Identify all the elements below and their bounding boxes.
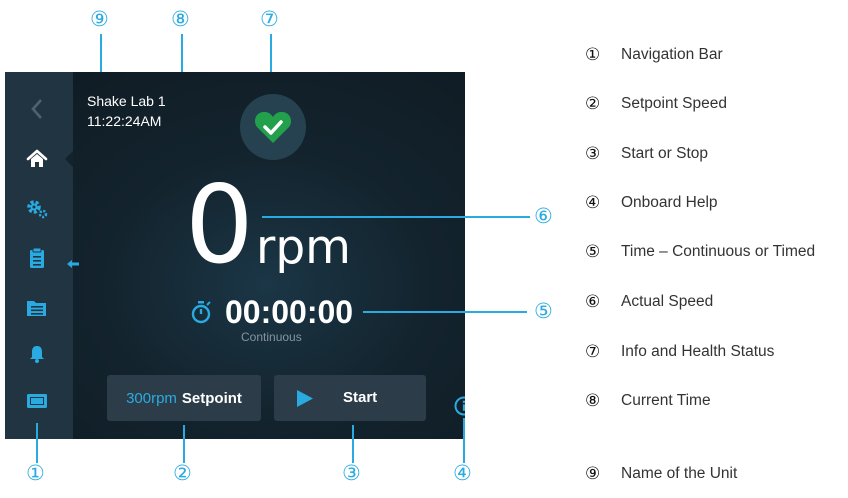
gears-icon[interactable] xyxy=(25,198,49,220)
heart-check-icon xyxy=(255,111,291,143)
callout-6: ⑥ xyxy=(534,204,553,228)
navigation-bar xyxy=(5,72,79,439)
back-chevron-icon[interactable] xyxy=(25,98,49,120)
start-button[interactable]: Start xyxy=(274,375,426,421)
legend-item: ③ Start or Stop xyxy=(585,144,709,164)
callout-5-line xyxy=(363,311,527,313)
callout-2-line xyxy=(183,425,185,463)
callout-6-line xyxy=(262,216,530,218)
legend-item: ⑥ Actual Speed xyxy=(585,292,714,312)
callout-9: ⑨ xyxy=(90,7,109,31)
callout-3-line xyxy=(352,425,354,463)
legend-item: ② Setpoint Speed xyxy=(585,94,728,114)
current-time: 11:22:24AM xyxy=(87,113,162,129)
legend-item: ⑧ Current Time xyxy=(585,391,711,411)
timer-mode: Continuous xyxy=(241,330,302,344)
legend-item: ⑤ Time – Continuous or Timed xyxy=(585,242,816,262)
legend-item: ⑦ Info and Health Status xyxy=(585,342,775,362)
timer-display: 00:00:00 xyxy=(225,294,354,330)
device-screen: Shake Lab 1 11:22:24AM 0 rpm 00:00:00 Co… xyxy=(5,72,465,439)
unit-name: Shake Lab 1 xyxy=(87,93,166,109)
legend-item: ⑨ Name of the Unit xyxy=(585,464,738,484)
callout-4: ④ xyxy=(453,461,472,485)
home-icon[interactable] xyxy=(25,148,49,170)
setpoint-label: Setpoint xyxy=(181,389,242,407)
display-icon[interactable] xyxy=(25,390,49,412)
legend-item: ④ Onboard Help xyxy=(585,193,718,213)
callout-4-line xyxy=(463,418,465,463)
speed-unit: rpm xyxy=(256,220,351,275)
legend-item: ① Navigation Bar xyxy=(585,45,723,65)
callout-1: ① xyxy=(26,461,45,485)
bell-icon[interactable] xyxy=(25,343,49,365)
setpoint-value: 300rpm xyxy=(126,389,177,407)
health-status-button[interactable] xyxy=(240,94,306,160)
callout-5: ⑤ xyxy=(534,299,553,323)
clipboard-icon[interactable] xyxy=(25,247,49,269)
start-label: Start xyxy=(343,389,378,406)
speed-value: 0 xyxy=(185,163,254,288)
collapse-arrow-icon[interactable] xyxy=(67,255,79,273)
callout-1-line xyxy=(36,423,38,463)
play-icon xyxy=(297,390,313,407)
callout-7: ⑦ xyxy=(260,7,279,31)
active-indicator xyxy=(65,151,73,167)
stopwatch-icon xyxy=(191,300,213,329)
setpoint-button[interactable]: 300rpm Setpoint xyxy=(107,375,261,421)
folder-icon[interactable] xyxy=(25,297,49,319)
callout-2: ② xyxy=(173,461,192,485)
callout-3: ③ xyxy=(342,461,361,485)
callout-8: ⑧ xyxy=(171,7,190,31)
